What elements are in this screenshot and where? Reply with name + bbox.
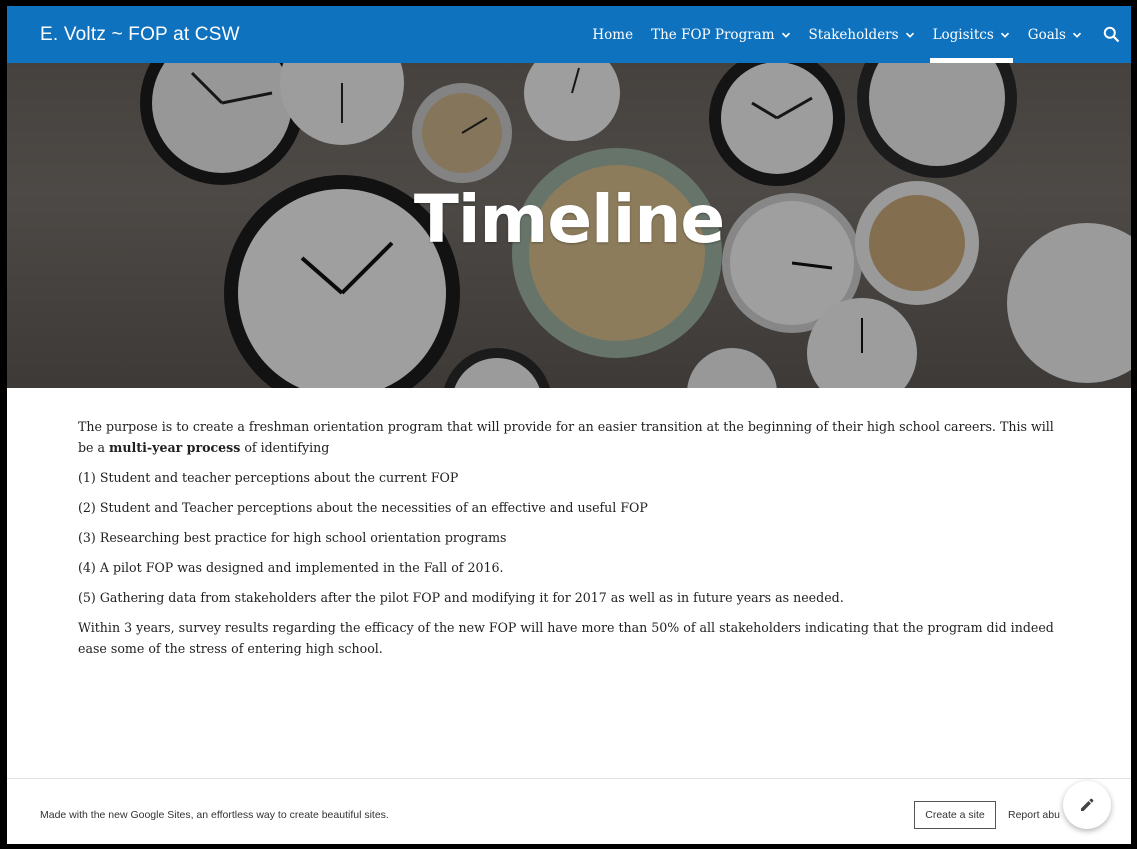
nav-item-home[interactable]: Home (583, 6, 642, 63)
intro-text-end: of identifying (240, 440, 330, 455)
nav-item-label: Stakeholders (808, 26, 899, 43)
list-item: (5) Gathering data from stakeholders aft… (78, 590, 844, 605)
intro-paragraph: The purpose is to create a freshman orie… (78, 416, 1068, 458)
chevron-down-icon (905, 32, 914, 38)
pencil-icon (1081, 798, 1094, 811)
site-footer: Made with the new Google Sites, an effor… (7, 778, 1131, 844)
edit-button[interactable] (1063, 781, 1111, 829)
search-button[interactable] (1091, 6, 1131, 63)
hero-banner: Timeline (7, 63, 1131, 388)
nav-item-label: Home (592, 26, 634, 43)
main-content: The purpose is to create a freshman orie… (78, 416, 1068, 668)
list-item: (3) Researching best practice for high s… (78, 530, 507, 545)
create-site-button[interactable]: Create a site (914, 801, 996, 829)
list-item: (4) A pilot FOP was designed and impleme… (78, 560, 504, 575)
nav-item-label: Logisitcs (932, 26, 994, 43)
page-title: Timeline (413, 181, 725, 258)
intro-bold-text: multi-year process (109, 440, 241, 455)
nav-item-fop-program[interactable]: The FOP Program (642, 6, 799, 63)
chevron-down-icon (781, 32, 790, 38)
made-with-text[interactable]: Made with the new Google Sites, an effor… (40, 809, 389, 821)
main-nav: Home The FOP Program Stakeholders Logisi… (583, 6, 1131, 63)
nav-item-label: Goals (1027, 26, 1066, 43)
chevron-down-icon (1000, 32, 1009, 38)
site-title[interactable]: E. Voltz ~ FOP at CSW (40, 6, 240, 63)
nav-item-stakeholders[interactable]: Stakeholders (800, 6, 924, 63)
search-icon (1103, 26, 1119, 43)
nav-item-logistics[interactable]: Logisitcs (924, 6, 1019, 63)
page-frame: E. Voltz ~ FOP at CSW Home The FOP Progr… (7, 6, 1131, 844)
conclusion-paragraph: Within 3 years, survey results regarding… (78, 620, 1054, 656)
site-header: E. Voltz ~ FOP at CSW Home The FOP Progr… (7, 6, 1131, 63)
nav-item-goals[interactable]: Goals (1019, 6, 1091, 63)
list-item: (2) Student and Teacher perceptions abou… (78, 500, 648, 515)
chevron-down-icon (1072, 32, 1082, 38)
list-item: (1) Student and teacher perceptions abou… (78, 470, 459, 485)
report-abuse-link[interactable]: Report abu (1008, 809, 1060, 821)
nav-item-label: The FOP Program (651, 26, 775, 43)
